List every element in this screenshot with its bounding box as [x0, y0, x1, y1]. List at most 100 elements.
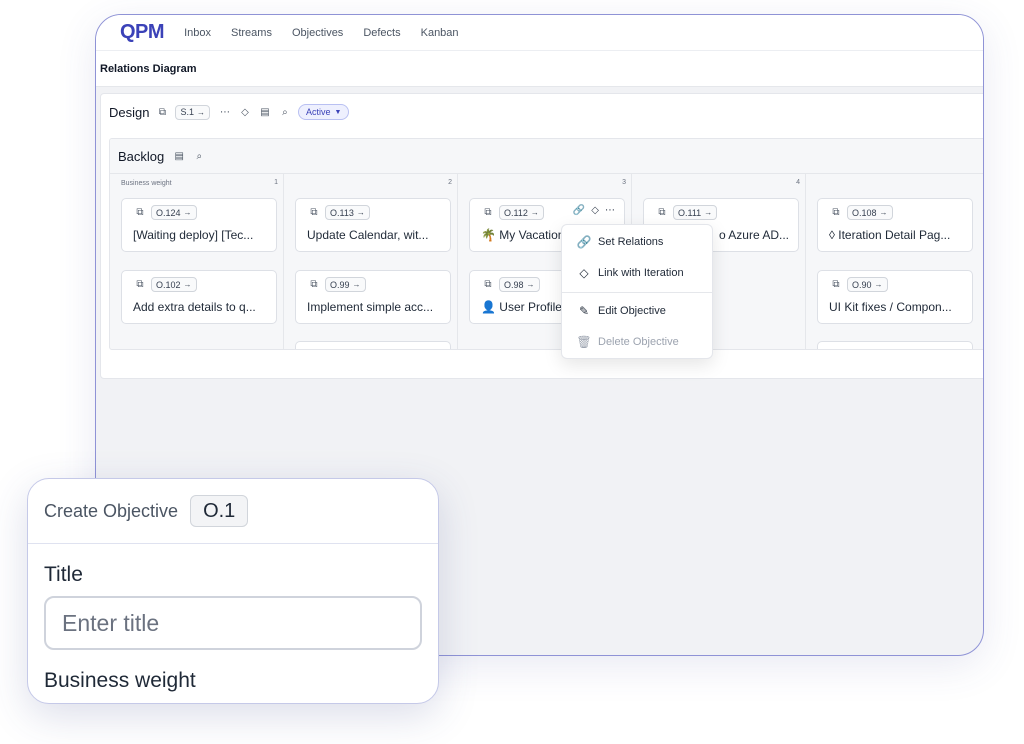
objective-id-chip[interactable]: O.124 → — [151, 205, 197, 220]
card-top: ⧉ O.99 → — [307, 277, 374, 292]
menu-link-iteration[interactable]: ◇ Link with Iteration — [562, 258, 712, 288]
objective-card-partial[interactable] — [295, 341, 451, 349]
objective-id: O.99 — [330, 279, 350, 290]
chevron-down-icon: ▼ — [334, 108, 342, 116]
objective-card[interactable]: ⧉ O.108 → ◊ Iteration Detail Pag... — [817, 198, 973, 252]
backlog-panel: Backlog ▤ ⌕ Business weight 1 ⧉ O.124 → [… — [109, 138, 983, 350]
trash-icon: 🗑 — [576, 335, 592, 349]
copy-icon[interactable]: ⧉ — [481, 278, 495, 292]
copy-icon[interactable]: ⧉ — [307, 206, 321, 220]
objective-id: O.112 — [504, 207, 528, 218]
nav-kanban[interactable]: Kanban — [421, 27, 459, 39]
arrow-right-icon: → — [704, 208, 713, 217]
objective-id: O.108 — [852, 207, 877, 218]
nav-defects[interactable]: Defects — [363, 27, 400, 39]
column-label: Business weight — [121, 180, 172, 187]
title-label: Title — [44, 563, 83, 586]
column-number: 1 — [274, 179, 278, 186]
column-number: 3 — [622, 179, 626, 186]
note-icon[interactable]: ▤ — [172, 149, 186, 163]
card-top: ⧉ O.112 → — [481, 205, 552, 220]
logo[interactable]: QPM — [120, 21, 165, 44]
copy-icon[interactable]: ⧉ — [655, 206, 669, 220]
menu-item-label: Set Relations — [598, 236, 664, 248]
card-top: ⧉ O.102 → — [133, 277, 205, 292]
menu-set-relations[interactable]: 🔗 Set Relations — [562, 227, 712, 257]
objective-card[interactable]: ⧉ O.113 → Update Calendar, wit... — [295, 198, 451, 252]
objective-card[interactable]: ⧉ O.102 → Add extra details to q... — [121, 270, 277, 324]
objective-title: Add extra details to q... — [133, 300, 256, 314]
copy-icon[interactable]: ⧉ — [829, 278, 843, 292]
arrow-right-icon: → — [530, 208, 539, 217]
menu-delete-objective[interactable]: 🗑 Delete Objective — [562, 327, 712, 357]
nav-inbox[interactable]: Inbox — [184, 27, 211, 39]
objective-id: O.111 — [678, 207, 702, 218]
arrow-right-icon: → — [874, 280, 883, 289]
objective-id-chip[interactable]: O.102 → — [151, 277, 197, 292]
objective-id: O.124 — [156, 207, 181, 218]
weight-column-2: 2 ⧉ O.113 → Update Calendar, wit... ⧉ O.9… — [284, 174, 458, 349]
copy-icon[interactable]: ⧉ — [307, 278, 321, 292]
objective-id-chip[interactable]: O.112 → — [499, 205, 544, 220]
copy-icon[interactable]: ⧉ — [829, 206, 843, 220]
design-panel: Design ⧉ S.1 → ⋯ ◇ ▤ ⌕ Active ▼ Backlog ▤ … — [100, 93, 983, 379]
menu-divider — [562, 292, 712, 293]
copy-icon[interactable]: ⧉ — [133, 206, 147, 220]
backlog-title: Backlog — [118, 148, 165, 164]
menu-item-label: Delete Objective — [598, 336, 679, 348]
page-title: Relations Diagram — [100, 62, 197, 75]
diamond-icon[interactable]: ◇ — [591, 205, 599, 216]
card-top: ⧉ O.111 → — [655, 205, 725, 220]
note-icon[interactable]: ▤ — [258, 105, 272, 119]
create-objective-panel: Create Objective O.1 Title Business weig… — [27, 478, 439, 704]
card-actions: 🔗 ◇ ⋯ — [567, 205, 615, 216]
diamond-icon[interactable]: ◇ — [238, 105, 252, 119]
search-icon[interactable]: ⌕ — [192, 149, 206, 163]
pencil-icon: ✎ — [578, 304, 590, 318]
menu-item-label: Edit Objective — [598, 305, 666, 317]
arrow-right-icon: → — [352, 280, 361, 289]
objective-title: Implement simple acc... — [307, 300, 434, 314]
objective-id-chip[interactable]: O.99 → — [325, 277, 366, 292]
menu-item-label: Link with Iteration — [598, 267, 684, 279]
copy-icon[interactable]: ⧉ — [133, 278, 147, 292]
create-objective-header: Create Objective O.1 — [28, 479, 438, 544]
objective-id: O.102 — [156, 279, 181, 290]
objective-title: o Azure AD... — [718, 228, 789, 242]
sub-bar: Relations Diagram — [96, 51, 983, 87]
objective-id-chip[interactable]: O.90 → — [847, 277, 888, 292]
arrow-right-icon: → — [879, 208, 888, 217]
weight-column-5: ⧉ O.108 → ◊ Iteration Detail Pag... ⧉ O.9… — [806, 174, 980, 349]
objective-card[interactable]: ⧉ O.90 → UI Kit fixes / Compon... — [817, 270, 973, 324]
card-top: ⧉ O.108 → — [829, 205, 901, 220]
copy-icon[interactable]: ⧉ — [155, 105, 169, 119]
status-dropdown[interactable]: Active ▼ — [297, 104, 350, 120]
create-objective-title: Create Objective — [44, 500, 179, 521]
objective-card[interactable]: ⧉ O.99 → Implement simple acc... — [295, 270, 451, 324]
objective-card-partial[interactable] — [817, 341, 973, 349]
card-top: ⧉ O.113 → — [307, 205, 378, 220]
copy-icon[interactable]: ⧉ — [481, 206, 495, 220]
objective-title: Update Calendar, wit... — [307, 228, 429, 242]
objective-title: ◊ Iteration Detail Pag... — [829, 228, 951, 242]
objective-id-chip[interactable]: O.111 → — [673, 205, 718, 220]
design-id-chip[interactable]: S.1 → — [175, 104, 210, 120]
card-top: ⧉ O.98 → — [481, 277, 548, 292]
more-icon[interactable]: ⋯ — [218, 105, 232, 119]
link-icon[interactable]: 🔗 — [573, 205, 585, 216]
context-menu: 🔗 Set Relations ◇ Link with Iteration ✎ … — [561, 224, 713, 359]
menu-edit-objective[interactable]: ✎ Edit Objective — [562, 296, 712, 326]
arrow-right-icon: → — [356, 208, 365, 217]
more-icon[interactable]: ⋯ — [605, 205, 615, 216]
search-icon[interactable]: ⌕ — [278, 105, 292, 119]
title-input[interactable] — [44, 596, 422, 650]
nav-objectives[interactable]: Objectives — [292, 27, 343, 39]
nav-streams[interactable]: Streams — [231, 27, 272, 39]
objective-id-chip[interactable]: O.113 → — [325, 205, 370, 220]
arrow-right-icon: → — [526, 280, 535, 289]
objective-id-chip[interactable]: O.108 → — [847, 205, 893, 220]
status-label: Active — [305, 107, 331, 117]
objective-id-chip[interactable]: O.98 → — [499, 277, 540, 292]
arrow-right-icon: → — [183, 280, 192, 289]
objective-card[interactable]: ⧉ O.124 → [Waiting deploy] [Tec... — [121, 198, 277, 252]
